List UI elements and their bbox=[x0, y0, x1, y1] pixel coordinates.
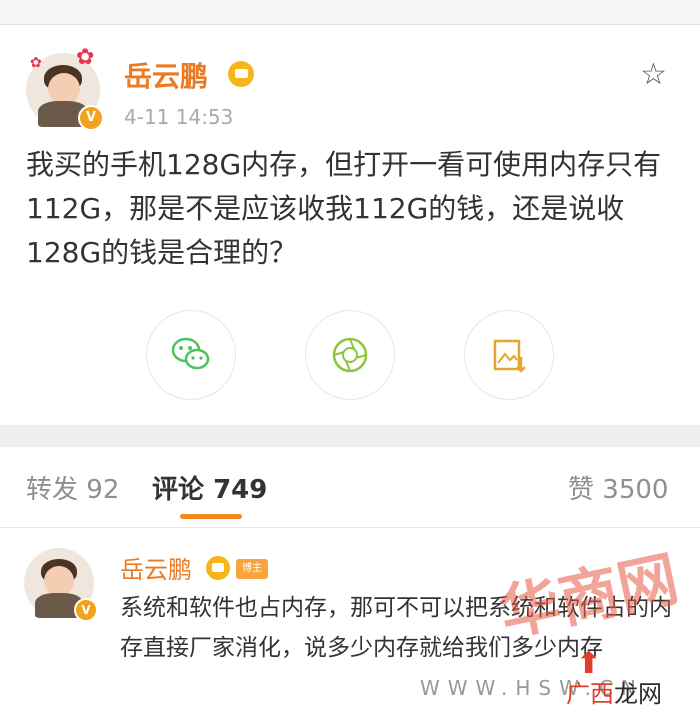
tab-likes-label: 赞 bbox=[568, 475, 595, 505]
comment-author-name[interactable]: 岳云鹏 bbox=[120, 550, 192, 585]
share-moments-button[interactable] bbox=[305, 310, 395, 400]
moments-icon bbox=[332, 337, 368, 373]
tab-repost-count: 92 bbox=[86, 475, 120, 505]
member-crown-icon bbox=[206, 556, 230, 580]
watermark-site-part1: 广西 bbox=[566, 680, 614, 708]
host-badge: 博主 bbox=[236, 559, 268, 579]
flower-decoration-icon: ✿ bbox=[30, 55, 42, 71]
tab-likes[interactable]: 赞 3500 bbox=[568, 469, 668, 506]
post-content: 我买的手机128G内存，但打开一看可使用内存只有112G，那是不是应该收我112… bbox=[26, 148, 662, 269]
tab-repost-label: 转发 bbox=[26, 475, 79, 505]
tab-comments-label: 评论 bbox=[152, 475, 205, 505]
watermark-site: 广西龙网 bbox=[566, 674, 662, 709]
top-status-bar bbox=[0, 0, 700, 25]
share-wechat-button[interactable] bbox=[146, 310, 236, 400]
interaction-tabs: 转发 92 评论 749 赞 3500 bbox=[0, 447, 700, 528]
tab-likes-count: 3500 bbox=[602, 475, 669, 505]
wechat-icon bbox=[171, 337, 210, 370]
favorite-star-icon[interactable]: ☆ bbox=[640, 57, 667, 92]
comment-avatar[interactable]: V bbox=[24, 548, 98, 622]
member-crown-icon bbox=[228, 61, 254, 87]
save-image-button[interactable] bbox=[464, 310, 554, 400]
tab-repost[interactable]: 转发 92 bbox=[26, 469, 119, 506]
section-divider bbox=[0, 425, 700, 447]
author-name[interactable]: 岳云鹏 bbox=[124, 55, 208, 95]
tab-comments[interactable]: 评论 749 bbox=[152, 469, 267, 506]
post-card: ✿ ✿ V 岳云鹏 4-11 14:53 ☆ 我买的手机128G内存，但打开一看… bbox=[0, 25, 700, 425]
verified-badge-icon: V bbox=[74, 598, 98, 622]
tab-comments-count: 749 bbox=[213, 475, 268, 505]
flower-decoration-icon: ✿ bbox=[76, 45, 95, 70]
active-tab-indicator bbox=[180, 514, 242, 519]
save-image-icon bbox=[493, 339, 526, 373]
watermark-site-part2: 龙网 bbox=[614, 680, 662, 708]
post-timestamp: 4-11 14:53 bbox=[124, 105, 234, 129]
avatar[interactable]: ✿ ✿ V bbox=[26, 45, 104, 131]
verified-badge-icon: V bbox=[78, 105, 104, 131]
